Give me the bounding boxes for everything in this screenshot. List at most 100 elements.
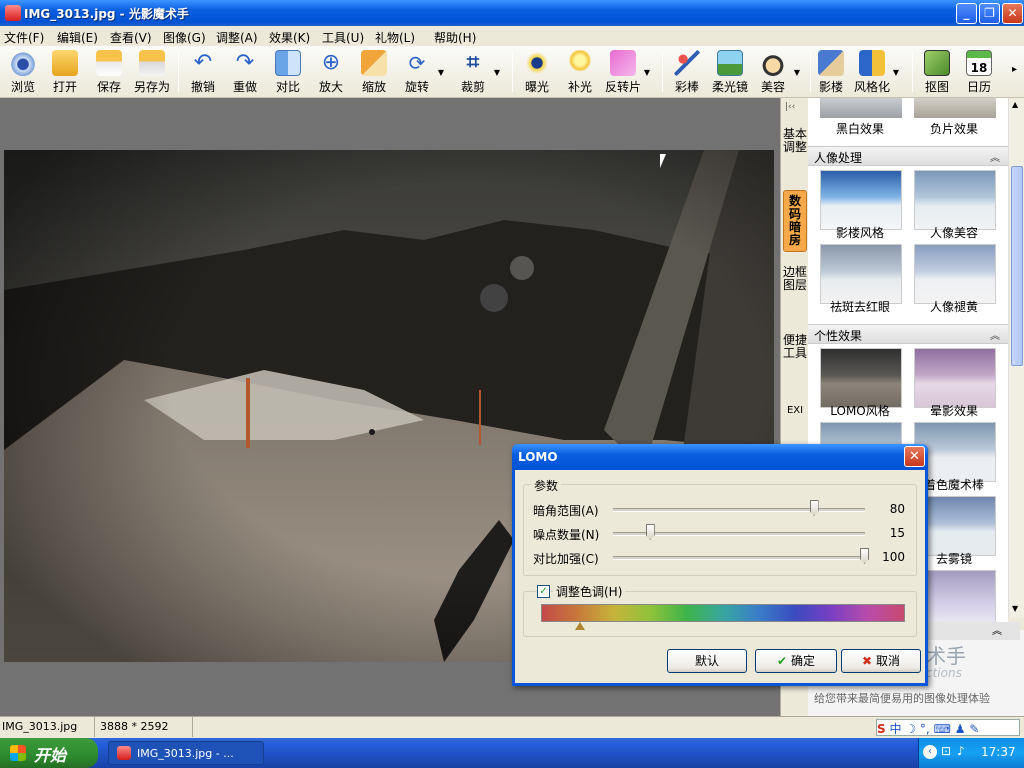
- system-tray: ‹ ⊡ ♪ 17:37: [918, 738, 1024, 768]
- menu-file[interactable]: 文件(F): [4, 29, 44, 46]
- effect-thumb-bw[interactable]: [820, 98, 902, 118]
- beauty-button[interactable]: 美容 ▼: [752, 48, 800, 96]
- effect-lomo-label[interactable]: LOMO风格: [812, 402, 908, 419]
- toolbar-more-icon[interactable]: ▸: [1012, 64, 1017, 75]
- resize-button[interactable]: 缩放: [353, 48, 395, 96]
- effect-portrait-beauty-label[interactable]: 人像美容: [906, 224, 1002, 241]
- menu-effects[interactable]: 效果(K): [269, 29, 310, 46]
- scrollbar-thumb[interactable]: [1011, 166, 1023, 366]
- tab-frames[interactable]: 边框图层: [783, 262, 807, 296]
- tab-darkroom[interactable]: 数码暗房: [783, 190, 807, 252]
- ime-chinese-icon[interactable]: 中: [889, 722, 901, 735]
- undo-button[interactable]: ↶ 撤销: [182, 48, 224, 96]
- menu-adjust[interactable]: 调整(A): [216, 29, 258, 46]
- collapse-chevron-icon[interactable]: ︽: [992, 622, 1002, 637]
- section-portrait[interactable]: 人像处理 ︽: [808, 146, 1008, 166]
- volume-icon[interactable]: ♪: [957, 744, 965, 758]
- maximize-button[interactable]: ❐: [979, 3, 1000, 24]
- section-personal[interactable]: 个性效果 ︽: [808, 324, 1008, 344]
- scroll-down-icon[interactable]: ▼: [1012, 604, 1018, 613]
- open-button[interactable]: 打开: [44, 48, 86, 96]
- effect-blemish-label[interactable]: 祛斑去红眼: [812, 298, 908, 315]
- effect-thumb-vignette[interactable]: [914, 348, 996, 408]
- dialog-title-bar[interactable]: LOMO ✕: [512, 444, 928, 470]
- effect-vignette-label[interactable]: 晕影效果: [906, 402, 1002, 419]
- menu-edit[interactable]: 编辑(E): [57, 29, 98, 46]
- contrast-boost-slider[interactable]: [613, 556, 865, 560]
- calendar-button[interactable]: 18 日历: [958, 48, 1000, 96]
- save-button[interactable]: 保存: [88, 48, 130, 96]
- effect-thumb-blemish[interactable]: [820, 244, 902, 304]
- save-as-button[interactable]: 另存为: [131, 48, 173, 96]
- stylize-button[interactable]: 风格化 ▼: [851, 48, 899, 96]
- vignette-range-slider[interactable]: [613, 508, 865, 512]
- clock[interactable]: 17:37: [981, 745, 1016, 759]
- collapse-chevron-icon[interactable]: ︽: [990, 149, 1000, 164]
- menu-view[interactable]: 查看(V): [110, 29, 152, 46]
- effect-thumb-studio[interactable]: [820, 170, 902, 230]
- effect-thumb-deyellow[interactable]: [914, 244, 996, 304]
- effect-negative-label[interactable]: 负片效果: [906, 120, 1002, 137]
- chevron-down-icon[interactable]: ▼: [794, 68, 800, 77]
- hue-marker[interactable]: [575, 622, 585, 630]
- ok-button[interactable]: ✔ 确定: [755, 649, 837, 673]
- scroll-up-icon[interactable]: ▲: [1012, 100, 1018, 109]
- default-button[interactable]: 默认: [667, 649, 747, 673]
- browse-button[interactable]: 浏览: [2, 48, 44, 96]
- fill-light-button[interactable]: 补光: [559, 48, 601, 96]
- soft-focus-button[interactable]: 柔光镜: [709, 48, 751, 96]
- minimize-button[interactable]: _: [956, 3, 977, 24]
- compare-button[interactable]: 对比: [267, 48, 309, 96]
- cancel-x-icon: ✖: [862, 654, 873, 668]
- effect-thumb-negative[interactable]: [914, 98, 996, 118]
- color-wand-button[interactable]: 彩棒: [666, 48, 708, 96]
- exposure-button[interactable]: 曝光: [516, 48, 558, 96]
- tray-expand-icon[interactable]: ‹: [923, 745, 937, 759]
- close-button[interactable]: ✕: [1002, 3, 1023, 24]
- ime-toolbar[interactable]: S 中 ☽ °, ⌨ ♟ ✎: [876, 719, 1020, 736]
- hue-spectrum-bar[interactable]: [541, 604, 905, 622]
- ime-keyboard-icon[interactable]: ⌨: [934, 722, 951, 735]
- menu-gifts[interactable]: 礼物(L): [375, 29, 415, 46]
- cancel-button[interactable]: ✖ 取消: [841, 649, 921, 673]
- effect-thumb-lomo[interactable]: [820, 348, 902, 408]
- crop-button[interactable]: ⌗ 裁剪 ▼: [452, 48, 500, 96]
- reversal-film-button[interactable]: 反转片 ▼: [602, 48, 650, 96]
- chevron-down-icon[interactable]: ▼: [644, 68, 650, 77]
- zoom-in-button[interactable]: ⊕ 放大: [310, 48, 352, 96]
- ime-user-icon[interactable]: ♟: [955, 722, 966, 735]
- network-icon[interactable]: ⊡: [941, 744, 951, 758]
- chevron-down-icon[interactable]: ▼: [438, 68, 444, 77]
- dialog-close-button[interactable]: ✕: [904, 446, 925, 467]
- menu-tools[interactable]: 工具(U): [322, 29, 364, 46]
- tab-basic-adjust[interactable]: 基本调整: [783, 124, 807, 158]
- start-button[interactable]: 开始: [0, 738, 98, 768]
- effect-studio-label[interactable]: 影楼风格: [812, 224, 908, 241]
- taskbar: 开始 IMG_3013.jpg - ... ‹ ⊡ ♪ 17:37: [0, 738, 1024, 768]
- menu-help[interactable]: 帮助(H): [434, 29, 476, 46]
- collapse-icon[interactable]: |‹‹: [785, 102, 795, 112]
- effect-deyellow-label[interactable]: 人像褪黄: [906, 298, 1002, 315]
- adjust-hue-label[interactable]: 调整色调(H): [553, 583, 626, 600]
- ime-moon-icon[interactable]: ☽: [905, 722, 916, 735]
- chevron-down-icon[interactable]: ▼: [893, 68, 899, 77]
- ime-punct-icon[interactable]: °,: [920, 722, 930, 735]
- menu-image[interactable]: 图像(G): [163, 29, 206, 46]
- vignette-range-value: 80: [889, 502, 905, 516]
- toolbar: 浏览 打开 保存 另存为 ↶ 撤销 ↷ 重做 对比 ⊕ 放大 缩放 ⟳ 旋转 ▼ ⌗ 裁剪 ▼…: [0, 46, 1024, 98]
- ime-settings-icon[interactable]: ✎: [969, 722, 979, 735]
- redo-button[interactable]: ↷ 重做: [224, 48, 266, 96]
- crop-icon: ⌗: [466, 50, 480, 75]
- tab-quick-tools[interactable]: 便捷工具: [783, 330, 807, 364]
- taskbar-item-image[interactable]: IMG_3013.jpg - ...: [108, 741, 264, 765]
- studio-button[interactable]: 影楼: [810, 48, 852, 96]
- effect-thumb-portrait-beauty[interactable]: [914, 170, 996, 230]
- cutout-button[interactable]: 抠图: [916, 48, 958, 96]
- effect-bw-label[interactable]: 黑白效果: [812, 120, 908, 137]
- panel-scrollbar[interactable]: ▲ ▼: [1008, 98, 1024, 618]
- adjust-hue-checkbox[interactable]: ✓: [537, 585, 550, 598]
- chevron-down-icon[interactable]: ▼: [494, 68, 500, 77]
- tab-exif[interactable]: EXI: [783, 400, 807, 421]
- rotate-button[interactable]: ⟳ 旋转 ▼: [396, 48, 444, 96]
- collapse-chevron-icon[interactable]: ︽: [990, 327, 1000, 342]
